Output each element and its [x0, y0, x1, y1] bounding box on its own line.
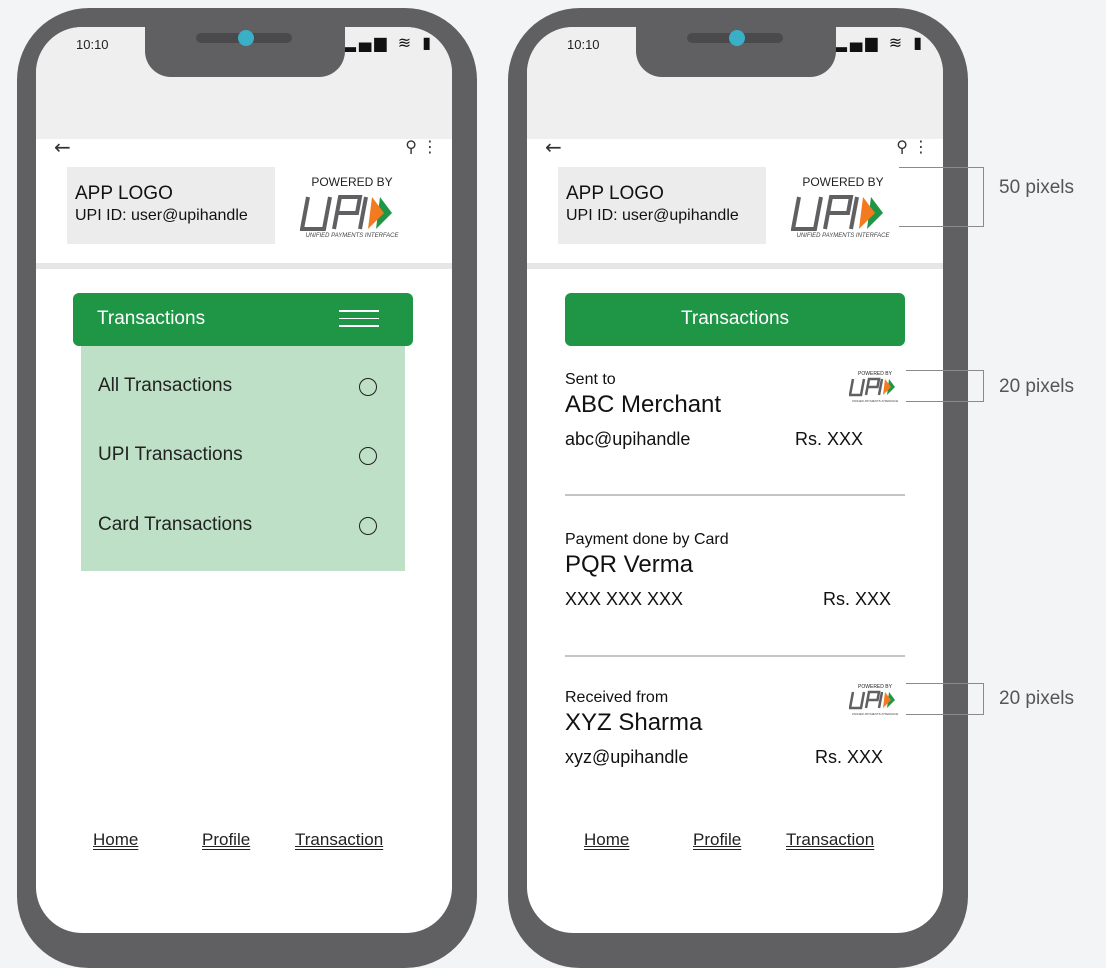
back-arrow-icon[interactable]: ←: [54, 135, 71, 159]
menu-item-all[interactable]: All Transactions: [98, 375, 232, 397]
small-tagline: UNIFIED PAYMENTS INTERFACE: [851, 712, 899, 716]
nav-profile[interactable]: Profile: [693, 830, 741, 850]
notch: [636, 27, 836, 77]
transaction-name: ABC Merchant: [565, 391, 722, 418]
powered-by-text: POWERED BY: [311, 175, 393, 189]
top-actions: ⚲ ⋮: [896, 137, 929, 156]
transaction-amount: Rs. XXX: [815, 747, 884, 767]
hamburger-menu-icon[interactable]: [339, 310, 379, 327]
phone-frame-right: 10:10 ▂▄▆ ≋ ▮ ← ⚲ ⋮ APP LOGO UPI ID: use…: [508, 8, 968, 968]
transactions-title: Transactions: [680, 308, 790, 329]
upi-logo-icon: [791, 195, 883, 231]
upi-logo-icon: [849, 377, 895, 397]
menu-item-upi[interactable]: UPI Transactions: [98, 444, 243, 466]
battery-icon: ▮: [913, 33, 925, 52]
annotation-bracket-logo: [899, 167, 984, 227]
status-icons: ▂▄▆ ≋ ▮: [835, 33, 925, 52]
nav-transaction[interactable]: Transaction: [295, 830, 383, 850]
app-logo-text: APP LOGO: [566, 183, 664, 204]
annotation-bracket-badge-2: [906, 683, 984, 715]
item-separator: [565, 655, 905, 657]
annotation-badge-size-1: 20 pixels: [999, 376, 1074, 397]
nav-transaction[interactable]: Transaction: [786, 830, 874, 850]
camera: [238, 30, 254, 46]
app-logo-text: APP LOGO: [75, 183, 173, 204]
upi-tagline: UNIFIED PAYMENTS INTERFACE: [796, 233, 890, 239]
transaction-name: XYZ Sharma: [565, 709, 703, 736]
small-tagline: UNIFIED PAYMENTS INTERFACE: [851, 399, 899, 403]
powered-by-text: POWERED BY: [802, 175, 884, 189]
top-actions: ⚲ ⋮: [405, 137, 438, 156]
transaction-amount: Rs. XXX: [795, 429, 864, 449]
nav-home[interactable]: Home: [93, 830, 138, 850]
signal-icon: ▂▄▆: [343, 33, 390, 52]
phone-screen-right: 10:10 ▂▄▆ ≋ ▮ ← ⚲ ⋮ APP LOGO UPI ID: use…: [527, 27, 943, 933]
header-divider: [36, 263, 452, 269]
filter-menu: All Transactions UPI Transactions Card T…: [81, 346, 405, 571]
search-icon[interactable]: ⚲: [896, 137, 908, 156]
back-arrow-icon[interactable]: ←: [545, 135, 562, 159]
annotation-logo-size: 50 pixels: [999, 177, 1074, 198]
more-vert-icon[interactable]: ⋮: [422, 137, 438, 156]
transaction-type: Received from: [565, 689, 669, 706]
status-time: 10:10: [76, 37, 109, 52]
upi-logo-icon: [300, 195, 392, 231]
upi-id-text: UPI ID: user@upihandle: [566, 207, 739, 224]
upi-badge: POWERED BY UNIFIED PAYMENTS INTERFACE: [783, 175, 903, 245]
small-upi-badge: POWERED BY UNIFIED PAYMENTS INTERFACE: [845, 684, 905, 718]
radio-icon[interactable]: [359, 517, 377, 535]
camera: [729, 30, 745, 46]
more-vert-icon[interactable]: ⋮: [913, 137, 929, 156]
transaction-name: PQR Verma: [565, 551, 694, 578]
phone-frame-left: 10:10 ▂▄▆ ≋ ▮ ← ⚲ ⋮ APP LOGO UPI ID: use…: [17, 8, 477, 968]
nav-home[interactable]: Home: [584, 830, 629, 850]
radio-icon[interactable]: [359, 378, 377, 396]
annotation-bracket-badge-1: [906, 370, 984, 402]
transactions-header[interactable]: Transactions: [73, 293, 413, 346]
phone-screen-left: 10:10 ▂▄▆ ≋ ▮ ← ⚲ ⋮ APP LOGO UPI ID: use…: [36, 27, 452, 933]
transaction-amount: Rs. XXX: [823, 589, 892, 609]
transactions-title: Transactions: [97, 308, 206, 329]
menu-item-card[interactable]: Card Transactions: [98, 514, 252, 536]
transaction-id: xyz@upihandle: [565, 747, 689, 767]
upi-id-text: UPI ID: user@upihandle: [75, 207, 248, 224]
wifi-icon: ≋: [888, 33, 906, 52]
radio-icon[interactable]: [359, 447, 377, 465]
signal-icon: ▂▄▆: [834, 33, 881, 52]
upi-logo-icon: [849, 690, 895, 710]
battery-icon: ▮: [422, 33, 434, 52]
status-time: 10:10: [567, 37, 600, 52]
transactions-header[interactable]: Transactions: [565, 293, 905, 346]
upi-tagline: UNIFIED PAYMENTS INTERFACE: [305, 233, 399, 239]
transaction-type: Sent to: [565, 371, 616, 388]
transaction-id: abc@upihandle: [565, 429, 691, 449]
wifi-icon: ≋: [397, 33, 415, 52]
notch: [145, 27, 345, 77]
annotation-badge-size-2: 20 pixels: [999, 688, 1074, 709]
app-logo-box: APP LOGO UPI ID: user@upihandle: [67, 167, 275, 244]
small-upi-badge: POWERED BY UNIFIED PAYMENTS INTERFACE: [845, 371, 905, 405]
search-icon[interactable]: ⚲: [405, 137, 417, 156]
header-divider: [527, 263, 943, 269]
nav-profile[interactable]: Profile: [202, 830, 250, 850]
upi-badge: POWERED BY UNIFIED PAYMENTS INTERFACE: [292, 175, 412, 245]
status-icons: ▂▄▆ ≋ ▮: [344, 33, 434, 52]
transaction-type: Payment done by Card: [565, 531, 729, 548]
transaction-id: XXX XXX XXX: [565, 589, 684, 609]
item-separator: [565, 494, 905, 496]
app-logo-box: APP LOGO UPI ID: user@upihandle: [558, 167, 766, 244]
